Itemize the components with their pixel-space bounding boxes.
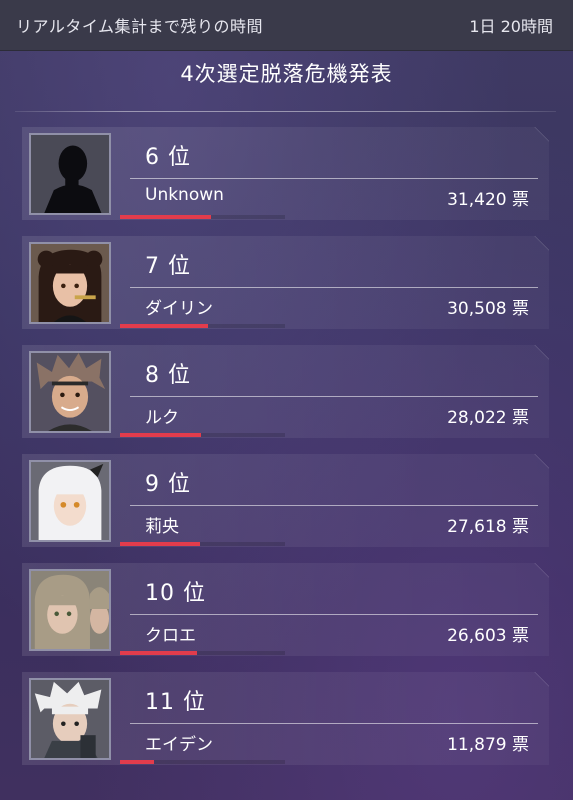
- vote-bar-fill: [120, 651, 197, 655]
- ranking-row[interactable]: 11 位 エイデン 11,879 票: [22, 672, 549, 765]
- rank-label: 10 位: [145, 581, 206, 606]
- vote-bar-fill: [120, 324, 208, 328]
- vote-count: 11,879 票: [447, 735, 529, 755]
- ranking-row[interactable]: 8 位 ルク 28,022 票: [22, 345, 549, 438]
- vote-count: 27,618 票: [447, 517, 529, 537]
- character-name: エイデン: [145, 735, 213, 755]
- row-divider: [130, 614, 538, 615]
- character-name: Unknown: [145, 185, 224, 205]
- vote-bar-fill: [120, 760, 154, 764]
- row-divider: [130, 723, 538, 724]
- row-divider: [130, 396, 538, 397]
- row-divider: [130, 287, 538, 288]
- silhouette-avatar-icon: [29, 133, 111, 215]
- rank-label: 8 位: [145, 363, 191, 388]
- vote-bar-fill: [120, 433, 201, 437]
- ranking-row[interactable]: 9 位 莉央 27,618 票: [22, 454, 549, 547]
- rank-label: 9 位: [145, 472, 191, 497]
- vote-bar: [120, 324, 285, 328]
- vote-bar: [120, 542, 285, 546]
- rank-label: 7 位: [145, 254, 191, 279]
- character-avatar-icon: [29, 242, 111, 324]
- ranking-list: 6 位 Unknown 31,420 票 7 位 ダイリン 30,508 票 8…: [0, 0, 573, 800]
- vote-count: 30,508 票: [447, 299, 529, 319]
- vote-count: 31,420 票: [447, 190, 529, 210]
- rank-label: 6 位: [145, 145, 191, 170]
- vote-bar: [120, 215, 285, 219]
- vote-bar: [120, 760, 285, 764]
- ranking-row[interactable]: 10 位 クロエ 26,603 票: [22, 563, 549, 656]
- vote-bar-fill: [120, 542, 200, 546]
- character-name: クロエ: [145, 626, 196, 646]
- character-name: 莉央: [145, 517, 179, 537]
- character-avatar-icon: [29, 569, 111, 651]
- row-divider: [130, 178, 538, 179]
- ranking-row[interactable]: 7 位 ダイリン 30,508 票: [22, 236, 549, 329]
- vote-bar: [120, 651, 285, 655]
- character-name: ダイリン: [145, 299, 213, 319]
- vote-count: 28,022 票: [447, 408, 529, 428]
- vote-bar: [120, 433, 285, 437]
- vote-count: 26,603 票: [447, 626, 529, 646]
- rank-label: 11 位: [145, 690, 206, 715]
- character-name: ルク: [145, 408, 179, 428]
- vote-bar-fill: [120, 215, 211, 219]
- character-avatar-icon: [29, 351, 111, 433]
- ranking-row[interactable]: 6 位 Unknown 31,420 票: [22, 127, 549, 220]
- character-avatar-icon: [29, 460, 111, 542]
- row-divider: [130, 505, 538, 506]
- character-avatar-icon: [29, 678, 111, 760]
